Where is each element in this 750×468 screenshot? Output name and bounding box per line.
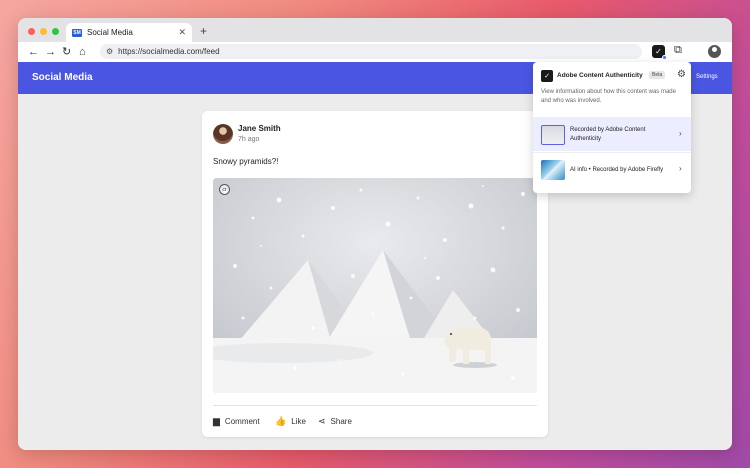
gear-icon[interactable]: ⚙ [677,69,686,80]
post-author[interactable]: Jane Smith [238,124,281,133]
reload-icon[interactable]: ↻ [62,45,71,59]
site-favicon: SM [72,28,82,37]
popup-description: View information about how this content … [541,89,676,104]
profile-icon[interactable] [708,45,721,58]
comment-button[interactable]: ▆ Comment [213,416,260,427]
address-bar[interactable]: ⚙ https://socialmedia.com/feed [100,44,642,59]
tab-title: Social Media [87,28,133,37]
extension-badge [662,55,667,60]
post-caption: Snowy pyramids?! [213,157,279,166]
post-image[interactable]: cr [213,178,537,393]
close-tab-icon[interactable]: ✕ [178,27,186,38]
puzzle-icon[interactable]: ⧉ [674,44,682,57]
browser-toolbar: ← → ↻ ⌂ ⚙ https://socialmedia.com/feed ✓… [18,42,732,62]
content-credentials-icon[interactable]: cr [219,184,230,195]
tune-icon[interactable]: ⚙ [106,47,113,56]
close-window-button[interactable] [28,28,35,35]
chevron-right-icon: › [679,164,682,173]
like-button[interactable]: 👍 Like [275,416,306,427]
popup-title: Adobe Content Authenticity [557,72,643,79]
beta-badge: Beta [649,71,666,79]
comment-icon: ▆ [213,416,220,426]
new-tab-icon[interactable]: + [200,24,207,38]
chevron-right-icon: › [679,129,682,138]
tab-bar: SM Social Media ✕ + [18,18,732,42]
content-credentials-extension-icon[interactable]: ✓ [652,45,667,60]
ai-info-row[interactable]: AI info • Recorded by Adobe Firefly › [533,152,691,186]
content-authenticity-popup: ✓ Adobe Content Authenticity Beta ⚙ View… [533,62,691,193]
avatar[interactable] [213,124,233,144]
firefly-thumbnail [541,160,565,180]
settings-link[interactable]: Settings [696,74,718,80]
comment-label: Comment [224,417,260,426]
minimize-window-button[interactable] [40,28,47,35]
content-authenticity-logo-icon: ✓ [541,70,553,82]
home-icon[interactable]: ⌂ [79,45,86,59]
image-thumbnail [541,125,565,145]
app-title: Social Media [32,72,93,83]
row-label: AI info • Recorded by Adobe Firefly [570,167,664,173]
share-button[interactable]: ⋖ Share [318,416,352,427]
share-label: Share [330,417,352,426]
forward-icon[interactable]: → [45,45,56,59]
back-icon[interactable]: ← [28,45,39,59]
url-text: https://socialmedia.com/feed [118,47,220,56]
row-label: Recorded by Adobe Content Authenticity [570,127,646,142]
divider [213,405,537,406]
maximize-window-button[interactable] [52,28,59,35]
like-label: Like [291,417,306,426]
tab-social-media[interactable]: SM Social Media ✕ [66,23,192,42]
recorded-by-cai-row[interactable]: Recorded by Adobe Content Authenticity › [533,117,691,151]
snowy-pyramids-image [213,178,537,393]
like-icon: 👍 [275,416,287,426]
post-time: 7h ago [238,136,260,143]
post-card: Jane Smith 7h ago Snowy pyramids?! cr ▆ … [202,111,548,437]
share-icon: ⋖ [318,416,326,426]
